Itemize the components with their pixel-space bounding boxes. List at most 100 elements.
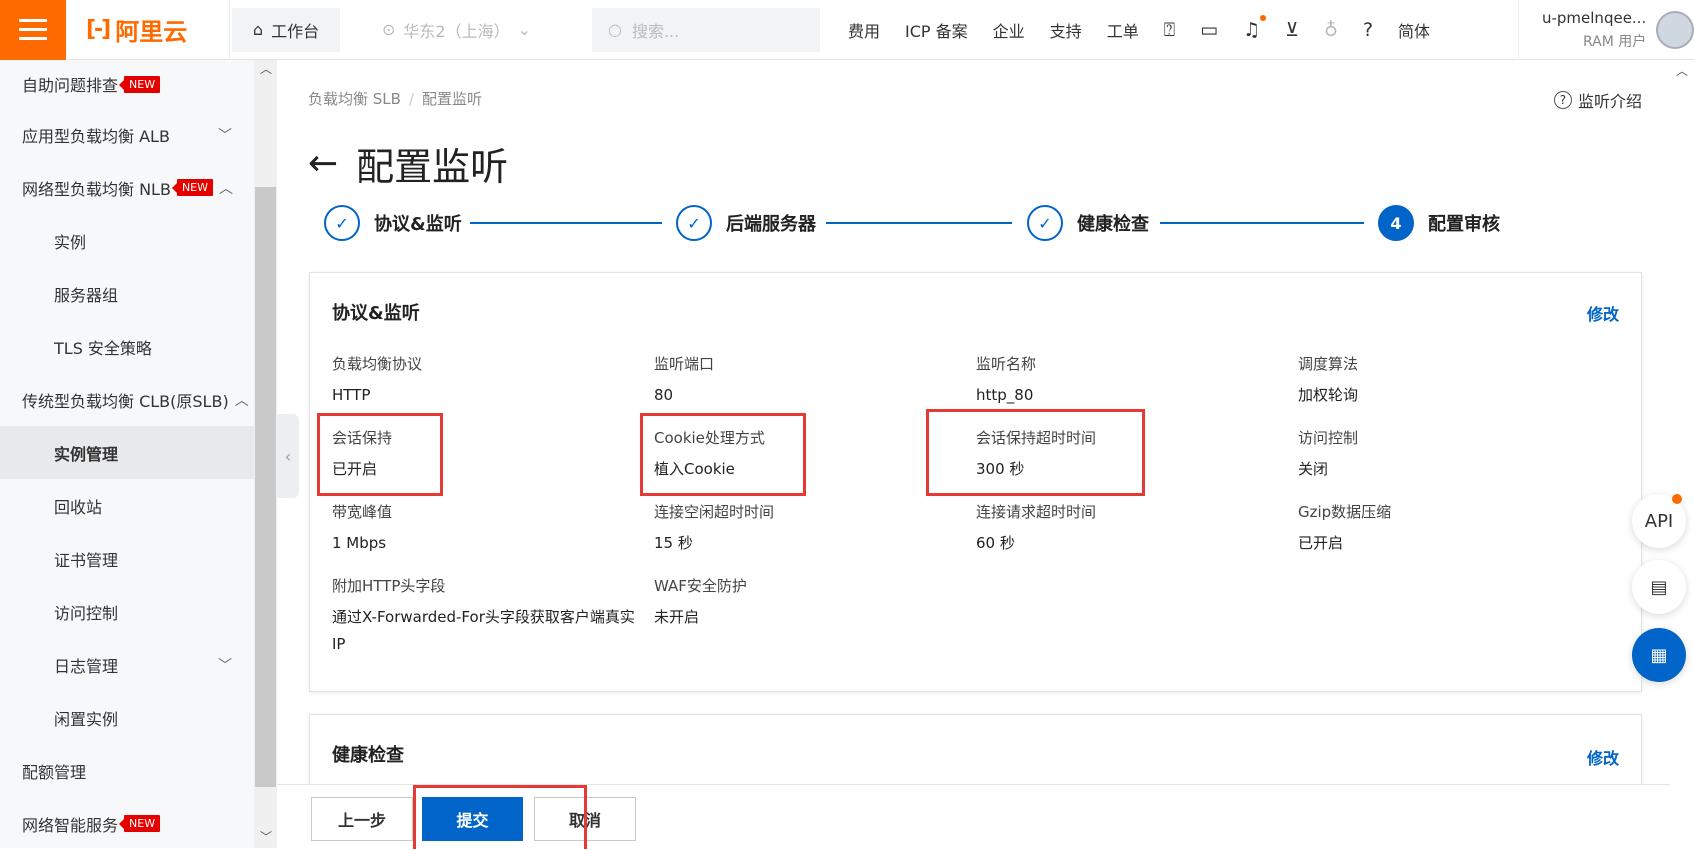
terminal-icon[interactable]: ▭ <box>1200 19 1218 41</box>
step-review: 4 配置审核 <box>1378 205 1500 241</box>
top-bar: [-] 阿里云 ⌂ 工作台 ⊙ 华东2（上海） ⌄ ○ 搜索... 费用 ICP 备案 企… <box>0 0 1694 60</box>
region-selector[interactable]: ⊙ 华东2（上海） ⌄ <box>382 18 582 42</box>
highlight-box <box>640 413 806 496</box>
check-icon: ✓ <box>1027 205 1063 241</box>
check-icon: ✓ <box>676 205 712 241</box>
sidebar-item-label: 证书管理 <box>54 550 119 570</box>
scroll-down-icon[interactable]: ﹀ <box>260 828 272 845</box>
field-value: http_80 <box>976 386 1034 404</box>
sidebar-item-tls-policy[interactable]: TLS 安全策略 <box>0 320 254 373</box>
hamburger-menu-button[interactable] <box>0 0 66 60</box>
lightbulb-icon[interactable]: ♁ <box>1324 19 1338 41</box>
step-label: 健康检查 <box>1077 214 1149 235</box>
field-label: 连接空闲超时时间 <box>654 503 775 521</box>
field-idle-timeout: 连接空闲超时时间 15 秒 <box>654 501 974 557</box>
home-icon: ⌂ <box>252 20 264 39</box>
scroll-up-icon[interactable]: ︿ <box>1676 62 1688 79</box>
back-arrow-icon[interactable]: ← <box>308 143 338 184</box>
page-title: ← 配置监听 <box>308 136 508 191</box>
step-backend: ✓ 后端服务器 <box>676 205 816 241</box>
sidebar-item-label: 闲置实例 <box>54 709 119 729</box>
sidebar-item-log-management[interactable]: 日志管理 ﹀ <box>0 638 254 691</box>
step-label: 协议&监听 <box>374 214 462 235</box>
card-title: 健康检查 <box>332 745 404 766</box>
cloud-shell-icon[interactable]: ⍰ <box>1164 19 1175 41</box>
scroll-up-icon[interactable]: ︿ <box>260 60 272 77</box>
step-health-check: ✓ 健康检查 <box>1027 205 1149 241</box>
field-label: 附加HTTP头字段 <box>332 577 446 595</box>
nav-icp[interactable]: ICP 备案 <box>905 18 968 42</box>
sidebar-item-label: 回收站 <box>54 497 103 517</box>
step-protocol: ✓ 协议&监听 <box>324 205 462 241</box>
apps-grid-icon[interactable]: ▦ <box>1632 628 1686 682</box>
nav-ticket[interactable]: 工单 <box>1107 18 1139 42</box>
workbench-button[interactable]: ⌂ 工作台 <box>232 7 340 52</box>
avatar[interactable] <box>1656 11 1694 49</box>
previous-step-button[interactable]: 上一步 <box>311 797 413 841</box>
field-value: 15 秒 <box>654 534 693 552</box>
main-scrollbar[interactable]: ︿ <box>1670 60 1694 848</box>
listener-intro-link[interactable]: ? 监听介绍 <box>1553 88 1642 112</box>
sidebar-item-alb[interactable]: 应用型负载均衡 ALB ﹀ <box>0 108 254 161</box>
card-title: 协议&监听 <box>332 303 420 324</box>
sidebar-item-certificates[interactable]: 证书管理 <box>0 532 254 585</box>
sidebar-item-instance-management[interactable]: 实例管理 <box>0 426 254 479</box>
field-value: HTTP <box>332 386 371 404</box>
step-connector <box>470 222 662 224</box>
feedback-chat-icon[interactable]: ▤ <box>1632 560 1686 614</box>
sidebar-item-label: TLS 安全策略 <box>54 338 152 358</box>
sidebar-item-network-intelligence[interactable]: 网络智能服务 NEW <box>0 797 254 850</box>
sidebar-item-label: 实例 <box>54 232 87 252</box>
sidebar-item-nlb-instance[interactable]: 实例 <box>0 214 254 267</box>
chevron-left-icon: ‹ <box>284 446 292 466</box>
breadcrumb-slb[interactable]: 负载均衡 SLB <box>308 90 401 108</box>
sidebar-item-recycle-bin[interactable]: 回收站 <box>0 479 254 532</box>
location-icon: ⊙ <box>382 20 396 39</box>
sidebar-item-label: 网络型负载均衡 NLB <box>22 179 171 199</box>
sidebar-item-clb[interactable]: 传统型负载均衡 CLB(原SLB) ︿ <box>0 373 254 426</box>
sidebar-item-access-control[interactable]: 访问控制 <box>0 585 254 638</box>
nav-enterprise[interactable]: 企业 <box>993 18 1025 42</box>
new-badge: NEW <box>119 75 161 93</box>
field-request-timeout: 连接请求超时时间 60 秒 <box>976 501 1296 557</box>
field-label: 监听端口 <box>654 355 715 373</box>
user-menu[interactable]: u-pmelnqee... RAM 用户 <box>1518 0 1694 60</box>
nav-support[interactable]: 支持 <box>1050 18 1082 42</box>
collapse-sidebar-button[interactable]: ‹ <box>277 414 299 498</box>
step-connector <box>826 222 1012 224</box>
highlight-box <box>317 413 443 496</box>
chevron-up-icon: ︿ <box>234 392 249 409</box>
cart-icon[interactable]: ⊻ <box>1285 19 1299 41</box>
sidebar-item-server-group[interactable]: 服务器组 <box>0 267 254 320</box>
chevron-up-icon: ︿ <box>219 180 234 197</box>
field-http-header: 附加HTTP头字段 通过X-Forwarded-For头字段获取客户端真实IP <box>332 575 648 658</box>
nav-fees[interactable]: 费用 <box>848 18 880 42</box>
field-access-control: 访问控制 关闭 <box>1298 427 1618 483</box>
scrollbar-thumb[interactable] <box>255 187 276 787</box>
sidebar-item-label: 服务器组 <box>54 285 119 305</box>
field-value: 已开启 <box>1298 534 1344 552</box>
field-value: 未开启 <box>654 608 700 626</box>
sidebar-item-nlb[interactable]: 网络型负载均衡 NLB NEW ︿ <box>0 161 254 214</box>
sidebar-item-troubleshoot[interactable]: 自助问题排查 NEW <box>0 60 254 108</box>
bell-icon[interactable]: ♫ <box>1243 14 1267 41</box>
help-icon[interactable]: ? <box>1363 19 1373 41</box>
field-scheduler: 调度算法 加权轮询 <box>1298 353 1618 409</box>
edit-button[interactable]: 修改 <box>1587 745 1619 769</box>
field-bandwidth: 带宽峰值 1 Mbps <box>332 501 652 557</box>
language-switch[interactable]: 简体 <box>1398 18 1430 42</box>
sidebar-scrollbar[interactable]: ︿ ﹀ <box>254 60 277 848</box>
field-value: 60 秒 <box>976 534 1015 552</box>
field-label: Gzip数据压缩 <box>1298 503 1392 521</box>
step-label: 配置审核 <box>1428 214 1500 235</box>
sidebar-item-idle-instances[interactable]: 闲置实例 <box>0 691 254 744</box>
top-nav: 费用 ICP 备案 企业 支持 工单 ⍰ ▭ ♫ ⊻ ♁ ? 简体 <box>848 14 1430 42</box>
aliyun-logo[interactable]: [-] 阿里云 <box>66 0 230 60</box>
edit-button[interactable]: 修改 <box>1587 301 1619 325</box>
sidebar-item-quota[interactable]: 配额管理 <box>0 744 254 797</box>
api-button[interactable]: API <box>1632 494 1686 548</box>
field-value: 1 Mbps <box>332 534 387 552</box>
field-label: WAF安全防护 <box>654 577 747 595</box>
search-input[interactable]: ○ 搜索... <box>592 7 820 52</box>
question-icon: ? <box>1553 91 1572 109</box>
